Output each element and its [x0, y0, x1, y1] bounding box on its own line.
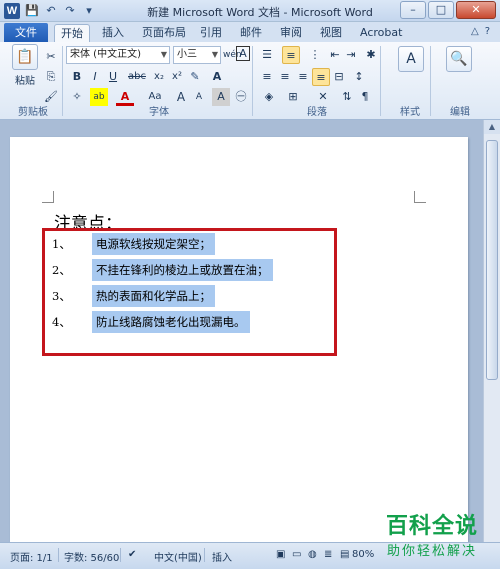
- cut-icon[interactable]: ✂: [42, 48, 60, 66]
- tab-home[interactable]: 开始: [54, 24, 90, 42]
- web-layout-icon[interactable]: ◍: [308, 549, 317, 560]
- save-icon[interactable]: 💾: [24, 3, 40, 19]
- highlight-annotation-box: [42, 228, 337, 356]
- print-layout-icon[interactable]: ▣: [276, 549, 285, 560]
- paste-button[interactable]: 📋 粘贴: [8, 44, 42, 87]
- strikethrough-button[interactable]: abc: [126, 68, 148, 86]
- copy-icon[interactable]: ⎘: [42, 68, 60, 86]
- align-right-icon[interactable]: ≡: [294, 68, 312, 86]
- word-app-icon[interactable]: W: [4, 3, 20, 19]
- status-divider: [58, 548, 59, 562]
- increase-indent-icon[interactable]: ⇥: [342, 46, 360, 64]
- find-icon: 🔍: [446, 46, 472, 72]
- scroll-thumb[interactable]: [486, 140, 498, 380]
- styles-button[interactable]: A: [396, 46, 426, 74]
- title-bar: W 💾 ↶ ↷ ▾ 新建 Microsoft Word 文档 - Microso…: [0, 0, 500, 22]
- status-divider: [120, 548, 121, 562]
- italic-button[interactable]: I: [86, 68, 104, 86]
- font-name-combo[interactable]: 宋体 (中文正文) ▼: [66, 46, 170, 64]
- window-title: 新建 Microsoft Word 文档 - Microsoft Word: [147, 6, 373, 19]
- vertical-scrollbar[interactable]: ▲: [483, 120, 500, 542]
- font-name-value: 宋体 (中文正文): [70, 49, 141, 60]
- page-indicator[interactable]: 页面: 1/1: [10, 549, 53, 564]
- tab-references[interactable]: 引用: [194, 24, 228, 42]
- clipboard-icon: 📋: [12, 44, 38, 70]
- font-size-value: 小三: [177, 49, 197, 60]
- align-left-icon[interactable]: ≡: [258, 68, 276, 86]
- ribbon-help-controls: △ ?: [471, 26, 490, 37]
- font-group-label: 字体: [149, 107, 169, 118]
- undo-icon[interactable]: ↶: [43, 3, 59, 19]
- clipboard-group-label: 剪贴板: [18, 107, 48, 118]
- crop-mark: [414, 191, 426, 203]
- underline-button[interactable]: U: [104, 68, 122, 86]
- tab-file[interactable]: 文件: [4, 23, 48, 42]
- ribbon-tab-row: 文件 开始 插入 页面布局 引用 邮件 审阅 视图 Acrobat △ ?: [0, 22, 500, 42]
- tab-page-layout[interactable]: 页面布局: [136, 24, 192, 42]
- maximize-icon[interactable]: □: [428, 1, 454, 19]
- tab-view[interactable]: 视图: [314, 24, 348, 42]
- window-controls: – □ ✕: [400, 1, 496, 19]
- line-spacing-icon[interactable]: ↕: [350, 68, 368, 86]
- draft-icon[interactable]: ▤: [340, 549, 349, 560]
- document-area: 注意点： 1、 电源软线按规定架空； 2、 不挂在锋利的棱边上或放置在油； 3、…: [0, 120, 483, 542]
- quick-access-toolbar: 💾 ↶ ↷ ▾: [24, 3, 97, 19]
- chevron-down-icon: ▼: [160, 50, 167, 59]
- grow-font-icon[interactable]: A: [208, 68, 226, 86]
- help-icon[interactable]: ?: [485, 26, 490, 37]
- clear-format-icon[interactable]: ✎: [186, 68, 204, 86]
- styles-group-label: 样式: [400, 107, 420, 118]
- bold-button[interactable]: B: [68, 68, 86, 86]
- full-screen-icon[interactable]: ▭: [292, 549, 301, 560]
- ribbon-divider: [430, 46, 431, 116]
- ribbon-divider: [62, 46, 63, 116]
- subscript-button[interactable]: x₂: [150, 68, 168, 86]
- customize-qat-icon[interactable]: ▾: [81, 3, 97, 19]
- styles-icon: A: [398, 46, 424, 72]
- zoom-level[interactable]: 80%: [352, 549, 374, 560]
- insert-mode[interactable]: 插入: [212, 549, 232, 564]
- tab-review[interactable]: 审阅: [274, 24, 308, 42]
- watermark-logo: 百科全说 助你轻松解决: [372, 508, 492, 559]
- numbering-icon[interactable]: ≡: [282, 46, 300, 64]
- watermark-subtitle: 助你轻松解决: [386, 544, 477, 559]
- chinese-layout-icon[interactable]: ✱: [362, 46, 380, 64]
- outline-icon[interactable]: ≣: [324, 549, 332, 560]
- justify-icon[interactable]: ≡: [312, 68, 330, 86]
- crop-mark: [42, 191, 54, 203]
- paragraph-group-label: 段落: [307, 107, 327, 118]
- editing-group-label: 编辑: [450, 107, 470, 118]
- align-center-icon[interactable]: ≡: [276, 68, 294, 86]
- multilevel-list-icon[interactable]: ⋮: [306, 46, 324, 64]
- language-indicator[interactable]: 中文(中国): [154, 549, 202, 564]
- chevron-down-icon: ▼: [211, 50, 218, 59]
- paste-label: 粘贴: [15, 76, 35, 87]
- word-count[interactable]: 字数: 56/60: [64, 549, 119, 564]
- tab-acrobat[interactable]: Acrobat: [354, 24, 408, 42]
- collapse-ribbon-icon[interactable]: △: [471, 26, 479, 37]
- character-border-icon[interactable]: A: [236, 46, 250, 61]
- tab-mailings[interactable]: 邮件: [234, 24, 268, 42]
- minimize-icon[interactable]: –: [400, 1, 426, 19]
- scroll-up-icon[interactable]: ▲: [484, 120, 500, 134]
- superscript-button[interactable]: x²: [168, 68, 186, 86]
- redo-icon[interactable]: ↷: [62, 3, 78, 19]
- document-page[interactable]: 注意点： 1、 电源软线按规定架空； 2、 不挂在锋利的棱边上或放置在油； 3、…: [10, 137, 468, 542]
- close-icon[interactable]: ✕: [456, 1, 496, 19]
- watermark-title: 百科全说: [385, 514, 478, 539]
- status-divider: [204, 548, 205, 562]
- proofing-icon[interactable]: ✔: [128, 549, 136, 560]
- tab-insert[interactable]: 插入: [96, 24, 130, 42]
- ribbon-divider: [380, 46, 381, 116]
- font-size-combo[interactable]: 小三 ▼: [173, 46, 221, 64]
- distributed-icon[interactable]: ⊟: [330, 68, 348, 86]
- ribbon: 📋 粘贴 ✂ ⎘ 🖌 剪贴板 宋体 (中文正文) ▼ 小三 ▼ wén A B I …: [0, 42, 500, 120]
- bullets-icon[interactable]: ☰: [258, 46, 276, 64]
- editing-button[interactable]: 🔍: [444, 46, 474, 74]
- ribbon-divider: [252, 46, 253, 116]
